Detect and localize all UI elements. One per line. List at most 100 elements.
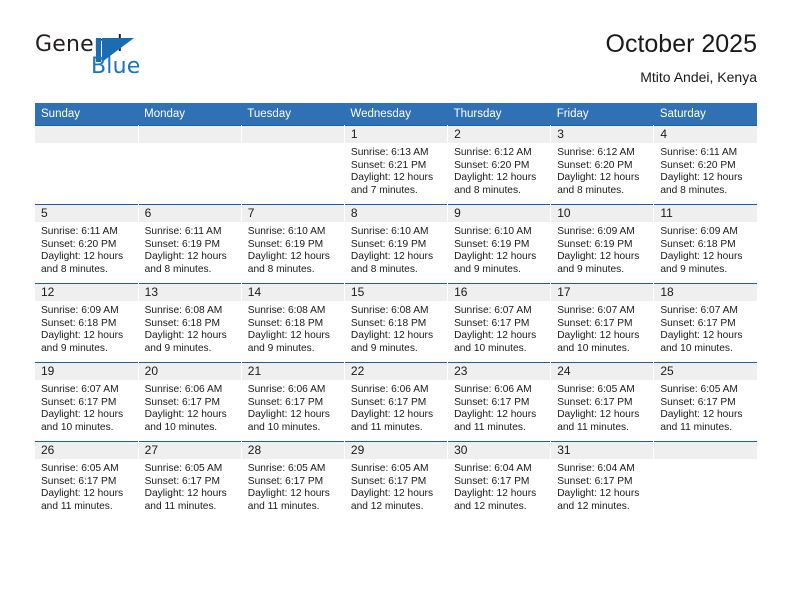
day-details: Sunrise: 6:08 AM Sunset: 6:18 PM Daylight:… (242, 301, 344, 355)
sunrise-time: Sunrise: 6:12 AM (557, 147, 635, 158)
sunrise-time: Sunrise: 6:07 AM (660, 305, 738, 316)
sunrise-time: Sunrise: 6:06 AM (247, 384, 326, 395)
calendar-day-cell[interactable]: 4 Sunrise: 6:11 AM Sunset: 6:20 PM Daylight… (653, 125, 757, 205)
calendar-day-cell[interactable]: 6 Sunrise: 6:11 AM Sunset: 6:19 PM Daylight… (138, 204, 242, 284)
day-number: 24 (551, 363, 654, 380)
calendar-day-cell[interactable]: 25 Sunrise: 6:05 AM Sunset: 6:17 PM Dayligh… (653, 362, 757, 442)
day-details: Sunrise: 6:10 AM Sunset: 6:19 PM Daylight:… (345, 222, 447, 276)
daylight-duration-line1: Daylight: 12 hours (41, 251, 124, 263)
day-details: Sunrise: 6:07 AM Sunset: 6:17 PM Daylight:… (448, 301, 550, 355)
daylight-duration-line2: and 11 minutes. (454, 421, 526, 433)
calendar-day-cell[interactable]: 11 Sunrise: 6:09 AM Sunset: 6:18 PM Dayligh… (653, 204, 757, 284)
day-details: Sunrise: 6:07 AM Sunset: 6:17 PM Daylight:… (35, 380, 138, 434)
daylight-duration-line2: and 7 minutes. (350, 184, 418, 196)
calendar-day-cell[interactable]: 19 Sunrise: 6:07 AM Sunset: 6:17 PM Dayligh… (35, 362, 139, 442)
weekday-header-tuesday: Tuesday (241, 103, 345, 126)
day-number: 26 (35, 442, 138, 459)
calendar-day-cell[interactable]: 23 Sunrise: 6:06 AM Sunset: 6:17 PM Dayligh… (447, 362, 552, 442)
day-details: Sunrise: 6:06 AM Sunset: 6:17 PM Daylight:… (345, 380, 447, 434)
day-number: 5 (35, 205, 138, 222)
sunrise-time: Sunrise: 6:08 AM (144, 305, 223, 316)
calendar-day-cell[interactable]: 2 Sunrise: 6:12 AM Sunset: 6:20 PM Daylight… (447, 125, 552, 205)
day-number: 25 (654, 363, 757, 380)
day-number: 27 (138, 442, 241, 459)
day-details: Sunrise: 6:11 AM Sunset: 6:20 PM Daylight:… (35, 222, 138, 276)
calendar-day-cell[interactable]: 5 Sunrise: 6:11 AM Sunset: 6:20 PM Daylight… (35, 204, 139, 284)
weekday-header-wednesday: Wednesday (344, 103, 448, 126)
calendar-day-cell[interactable]: 20 Sunrise: 6:06 AM Sunset: 6:17 PM Dayligh… (138, 362, 242, 442)
day-number: 16 (448, 284, 551, 301)
daylight-duration-line2: and 8 minutes. (144, 263, 212, 275)
day-number: 4 (654, 126, 757, 143)
day-details: Sunrise: 6:05 AM Sunset: 6:17 PM Daylight:… (551, 380, 653, 434)
sunset-time: Sunset: 6:17 PM (144, 396, 220, 408)
sunset-time: Sunset: 6:17 PM (247, 396, 324, 408)
calendar-day-cell[interactable]: 31 Sunrise: 6:04 AM Sunset: 6:17 PM Dayligh… (550, 441, 655, 520)
calendar-week-row: 12 Sunrise: 6:09 AM Sunset: 6:18 PM Dayligh… (35, 283, 757, 363)
calendar-day-cell[interactable]: 27 Sunrise: 6:05 AM Sunset: 6:17 PM Dayligh… (138, 441, 242, 520)
calendar-day-cell[interactable]: 28 Sunrise: 6:05 AM Sunset: 6:17 PM Dayligh… (241, 441, 345, 520)
sunrise-time: Sunrise: 6:04 AM (454, 463, 532, 474)
calendar-day-cell[interactable]: 24 Sunrise: 6:05 AM Sunset: 6:17 PM Dayligh… (550, 362, 655, 442)
day-number: 8 (344, 205, 448, 222)
daylight-duration-line2: and 11 minutes. (557, 421, 629, 433)
calendar-cell-empty (35, 125, 139, 205)
calendar-day-cell[interactable]: 26 Sunrise: 6:05 AM Sunset: 6:17 PM Dayligh… (35, 441, 139, 520)
weekday-header-friday: Friday (550, 103, 654, 126)
calendar-day-cell[interactable]: 10 Sunrise: 6:09 AM Sunset: 6:19 PM Dayligh… (550, 204, 655, 284)
sunset-time: Sunset: 6:18 PM (660, 238, 736, 250)
calendar-day-cell[interactable]: 22 Sunrise: 6:06 AM Sunset: 6:17 PM Dayligh… (344, 362, 449, 442)
day-number: 6 (138, 205, 241, 222)
calendar-day-cell[interactable]: 21 Sunrise: 6:06 AM Sunset: 6:17 PM Dayligh… (241, 362, 345, 442)
sunrise-time: Sunrise: 6:07 AM (557, 305, 635, 316)
daylight-duration-line1: Daylight: 12 hours (350, 330, 434, 342)
sunset-time: Sunset: 6:18 PM (144, 317, 220, 329)
weekday-header-row: Sunday Monday Tuesday Wednesday Thursday… (35, 103, 757, 126)
calendar-day-cell[interactable]: 15 Sunrise: 6:08 AM Sunset: 6:18 PM Dayligh… (344, 283, 449, 363)
daylight-duration-line1: Daylight: 12 hours (660, 251, 743, 263)
sunset-time: Sunset: 6:17 PM (144, 475, 220, 487)
daylight-duration-line1: Daylight: 12 hours (454, 251, 537, 263)
daylight-duration-line2: and 12 minutes. (350, 500, 424, 512)
day-details: Sunrise: 6:08 AM Sunset: 6:18 PM Daylight:… (139, 301, 241, 355)
calendar-day-cell[interactable]: 9 Sunrise: 6:10 AM Sunset: 6:19 PM Daylight… (447, 204, 552, 284)
sunset-time: Sunset: 6:17 PM (557, 475, 633, 487)
day-details: Sunrise: 6:12 AM Sunset: 6:20 PM Daylight:… (551, 143, 653, 197)
calendar-day-cell[interactable]: 30 Sunrise: 6:04 AM Sunset: 6:17 PM Dayligh… (447, 441, 552, 520)
daylight-duration-line1: Daylight: 12 hours (660, 409, 743, 421)
sunrise-time: Sunrise: 6:05 AM (247, 463, 326, 474)
daylight-duration-line1: Daylight: 12 hours (247, 251, 330, 263)
calendar-day-cell[interactable]: 3 Sunrise: 6:12 AM Sunset: 6:20 PM Daylight… (550, 125, 655, 205)
calendar-day-cell[interactable]: 16 Sunrise: 6:07 AM Sunset: 6:17 PM Dayligh… (447, 283, 552, 363)
day-number: 18 (654, 284, 757, 301)
calendar-day-cell[interactable]: 12 Sunrise: 6:09 AM Sunset: 6:18 PM Dayligh… (35, 283, 139, 363)
daylight-duration-line1: Daylight: 12 hours (350, 409, 434, 421)
sunset-time: Sunset: 6:17 PM (660, 317, 736, 329)
calendar-day-cell[interactable]: 13 Sunrise: 6:08 AM Sunset: 6:18 PM Dayligh… (138, 283, 242, 363)
day-number: 30 (448, 442, 551, 459)
sunrise-time: Sunrise: 6:05 AM (144, 463, 223, 474)
day-number: 10 (551, 205, 654, 222)
day-number: 22 (344, 363, 448, 380)
daylight-duration-line2: and 10 minutes. (41, 421, 114, 433)
sunrise-time: Sunrise: 6:08 AM (350, 305, 429, 316)
daylight-duration-line2: and 9 minutes. (660, 263, 728, 275)
daylight-duration-line1: Daylight: 12 hours (144, 330, 227, 342)
calendar-day-cell[interactable]: 29 Sunrise: 6:05 AM Sunset: 6:17 PM Dayligh… (344, 441, 449, 520)
day-details: Sunrise: 6:11 AM Sunset: 6:20 PM Daylight:… (654, 143, 757, 197)
general-blue-logo: General Blue (35, 32, 235, 92)
calendar-day-cell[interactable]: 14 Sunrise: 6:08 AM Sunset: 6:18 PM Dayligh… (241, 283, 345, 363)
calendar-day-cell[interactable]: 1 Sunrise: 6:13 AM Sunset: 6:21 PM Daylight… (344, 125, 449, 205)
calendar-day-cell[interactable]: 8 Sunrise: 6:10 AM Sunset: 6:19 PM Daylight… (344, 204, 449, 284)
calendar-day-cell[interactable]: 7 Sunrise: 6:10 AM Sunset: 6:19 PM Daylight… (241, 204, 345, 284)
sunset-time: Sunset: 6:17 PM (454, 396, 530, 408)
daylight-duration-line1: Daylight: 12 hours (144, 409, 227, 421)
calendar-day-cell[interactable]: 18 Sunrise: 6:07 AM Sunset: 6:17 PM Dayligh… (653, 283, 757, 363)
daylight-duration-line2: and 10 minutes. (454, 342, 527, 354)
calendar-day-cell[interactable]: 17 Sunrise: 6:07 AM Sunset: 6:17 PM Dayligh… (550, 283, 655, 363)
day-number: 14 (241, 284, 344, 301)
sunset-time: Sunset: 6:20 PM (41, 238, 117, 250)
daylight-duration-line1: Daylight: 12 hours (144, 488, 227, 500)
daylight-duration-line2: and 12 minutes. (557, 500, 630, 512)
daylight-duration-line2: and 11 minutes. (350, 421, 423, 433)
